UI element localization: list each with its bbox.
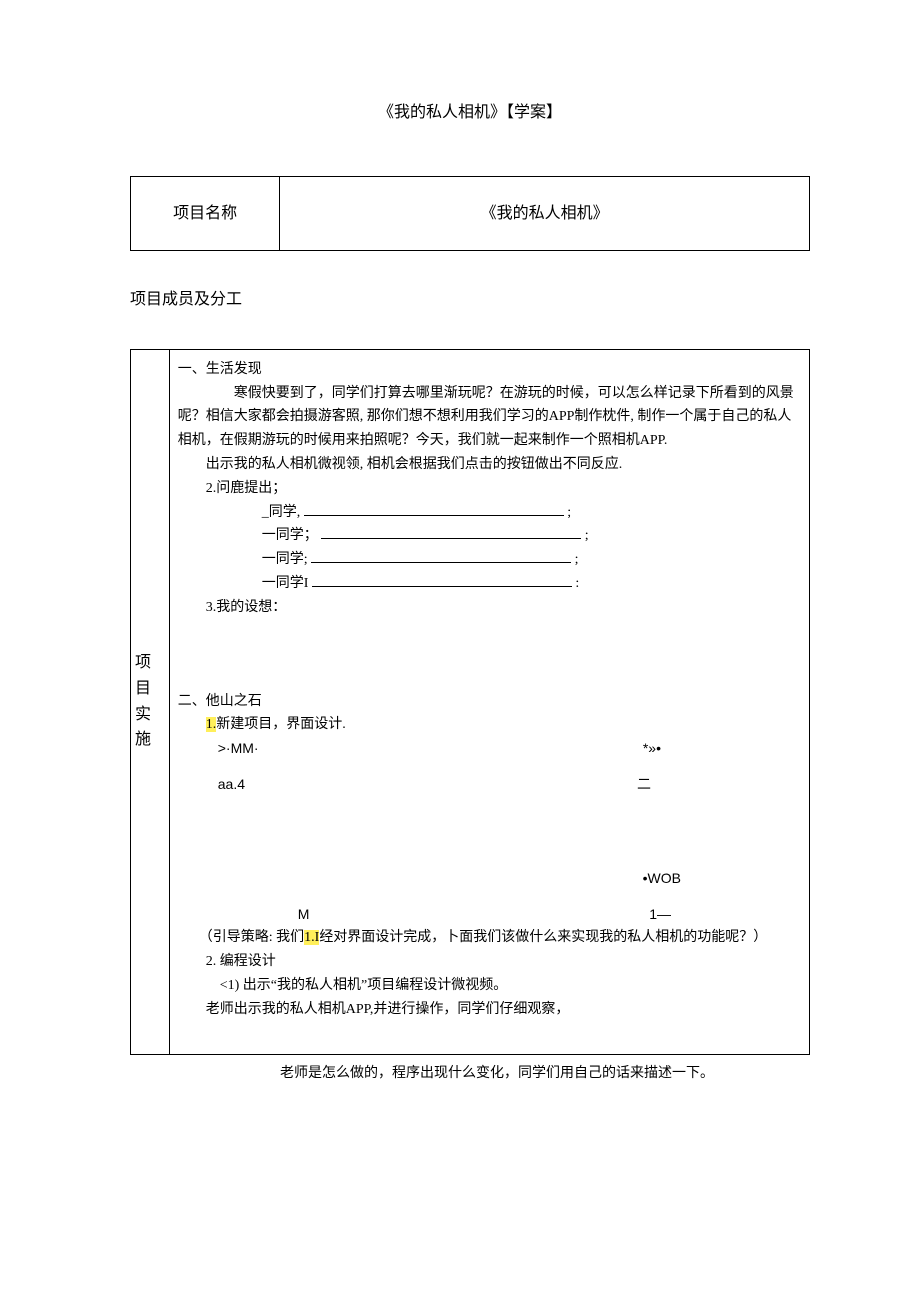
- blank-input-1[interactable]: [304, 515, 564, 516]
- highlight-2: 1.I: [304, 930, 319, 945]
- members-heading: 项目成员及分工: [130, 287, 810, 313]
- section2-step1: 1.新建项目，界面设计.: [178, 713, 801, 737]
- section2-step2: 2. 编程设计: [178, 950, 801, 974]
- highlight-1: 1.: [206, 717, 217, 732]
- project-name-table: 项目名称 《我的私人相机》: [130, 176, 810, 252]
- section1-p1: 寒假快要到了，同学们打算去哪里渐玩呢？在游玩的时候，可以怎么样记录下所看到的风景…: [178, 382, 801, 453]
- my-idea-heading: 3.我的设想：: [178, 596, 801, 620]
- ui-fragment-row3: •WOB: [178, 867, 801, 891]
- project-name-label-cell: 项目名称: [131, 176, 280, 251]
- ui-fragment-row4: M 1—: [178, 903, 801, 927]
- trailing-note: 老师是怎么做的，程序出现什么变化，同学们用自己的话来描述一下。: [130, 1063, 810, 1085]
- implementation-table: 项目实施 一、生活发现 寒假快要到了，同学们打算去哪里渐玩呢？在游玩的时候，可以…: [130, 349, 810, 1055]
- student-line-4: 一同学I :: [178, 572, 801, 596]
- section2-heading: 二、他山之石: [178, 690, 801, 714]
- ui-fragment-row2: aa.4 二: [178, 773, 801, 797]
- question-heading: 2.问鹿提出；: [178, 477, 801, 501]
- section2-step2-1: <1) 出示“我的私人相机”项目编程设计微视频。: [178, 974, 801, 998]
- implementation-label-cell: 项目实施: [131, 349, 170, 1054]
- student-line-3: 一同学; ;: [178, 548, 801, 572]
- section1-p2: 出示我的私人相机微视领, 相机会根据我们点击的按钮做出不同反应.: [178, 453, 801, 477]
- blank-input-3[interactable]: [311, 562, 571, 563]
- implementation-body-cell: 一、生活发现 寒假快要到了，同学们打算去哪里渐玩呢？在游玩的时候，可以怎么样记录…: [169, 349, 809, 1054]
- student-line-2: 一同学； ;: [178, 524, 801, 548]
- project-name-value-cell: 《我的私人相机》: [280, 176, 810, 251]
- student-line-1: _同学, ;: [178, 501, 801, 525]
- guide-strategy: （引导策略: 我们1.I经对界面设计完成，卜面我们该做什么来实现我的私人相机的功…: [178, 926, 801, 950]
- section1-heading: 一、生活发现: [178, 358, 801, 382]
- section2-step2-2: 老师出示我的私人相机APP,并进行操作，同学们仔细观察，: [178, 998, 801, 1022]
- page-title: 《我的私人相机》【学案】: [130, 100, 810, 126]
- blank-input-4[interactable]: [312, 586, 572, 587]
- ui-fragment-row1: >·MM· *»•: [178, 737, 801, 761]
- blank-input-2[interactable]: [321, 538, 581, 539]
